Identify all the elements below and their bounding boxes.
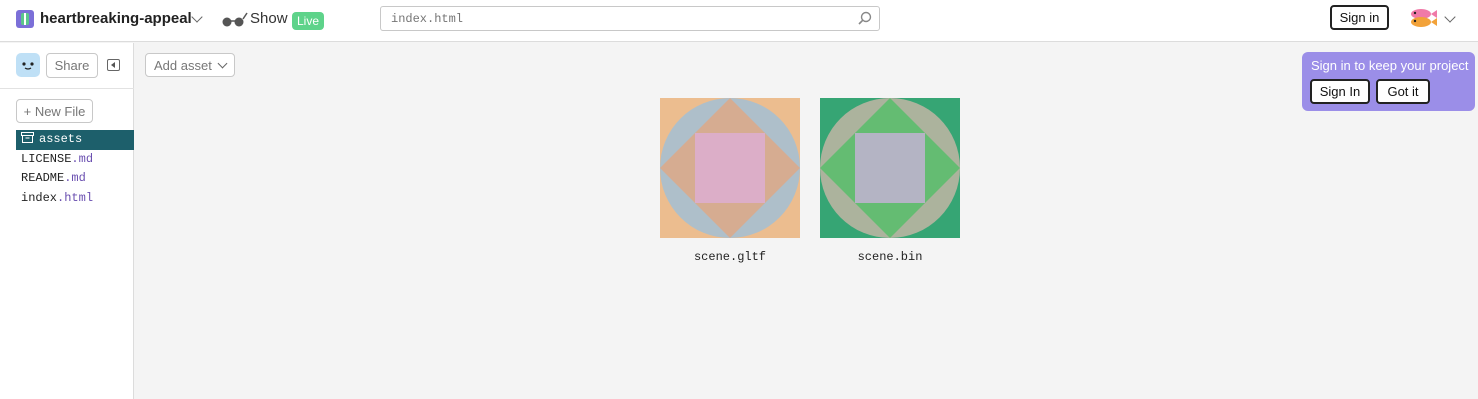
assets-panel: Add asset scene.gltf scene.bin [135, 43, 1478, 399]
search-icon[interactable] [857, 10, 873, 26]
file-extension: .md [71, 151, 94, 166]
file-tree-item-readme[interactable]: README.md [16, 169, 134, 189]
live-badge: Live [292, 12, 325, 30]
file-tree-item-index[interactable]: index.html [16, 189, 134, 209]
project-menu-chevron-icon[interactable] [191, 11, 203, 23]
file-name: LICENSE [21, 151, 72, 166]
chevron-down-icon [217, 58, 228, 69]
file-extension: .md [64, 171, 86, 185]
glitch-face-icon[interactable] [16, 53, 40, 77]
notice-title: Sign in to keep your project [1311, 58, 1469, 73]
file-tree: assets LICENSE.md README.md index.html [16, 130, 134, 208]
project-name[interactable]: heartbreaking-appeal [40, 10, 192, 27]
glasses-icon [222, 12, 248, 27]
top-bar: heartbreaking-appeal Show Live Sign in [0, 0, 1478, 42]
asset-thumbnail [660, 98, 800, 238]
file-tree-item-assets[interactable]: assets [16, 130, 134, 150]
file-name: index [21, 190, 58, 205]
sidebar: Share + New File assets LICENSE.md READM… [0, 43, 134, 399]
add-asset-button[interactable]: Add asset [145, 53, 235, 77]
asset-name: scene.gltf [693, 250, 766, 264]
share-button[interactable]: Share [46, 53, 98, 78]
asset-thumbnail [820, 98, 960, 238]
asset-tile-scene-bin[interactable]: scene.bin [820, 98, 960, 264]
notice-dismiss-button[interactable]: Got it [1376, 79, 1430, 104]
sidebar-divider [0, 88, 134, 89]
collapse-sidebar-icon[interactable] [107, 59, 120, 71]
asset-name: scene.bin [857, 250, 923, 264]
account-menu-chevron-icon[interactable] [1444, 11, 1456, 23]
file-name: assets [39, 132, 83, 146]
sign-in-notice: Sign in to keep your project Sign In Got… [1302, 52, 1475, 111]
show-label: Show [250, 10, 288, 27]
search-box[interactable] [380, 6, 880, 31]
search-input[interactable] [391, 10, 831, 27]
notice-sign-in-button[interactable]: Sign In [1310, 79, 1370, 104]
file-tree-item-license[interactable]: LICENSE.md [16, 150, 134, 170]
file-extension: .html [57, 190, 94, 205]
fish-avatar-icon [1411, 9, 1437, 27]
add-asset-label: Add asset [154, 57, 212, 73]
project-logo-icon[interactable] [16, 10, 34, 28]
asset-tile-scene-gltf[interactable]: scene.gltf [660, 98, 800, 264]
new-file-button[interactable]: + New File [16, 99, 93, 123]
file-name: README [21, 171, 65, 185]
user-avatar[interactable] [1407, 6, 1441, 30]
archive-icon [21, 132, 34, 143]
sign-in-button[interactable]: Sign in [1330, 5, 1389, 30]
